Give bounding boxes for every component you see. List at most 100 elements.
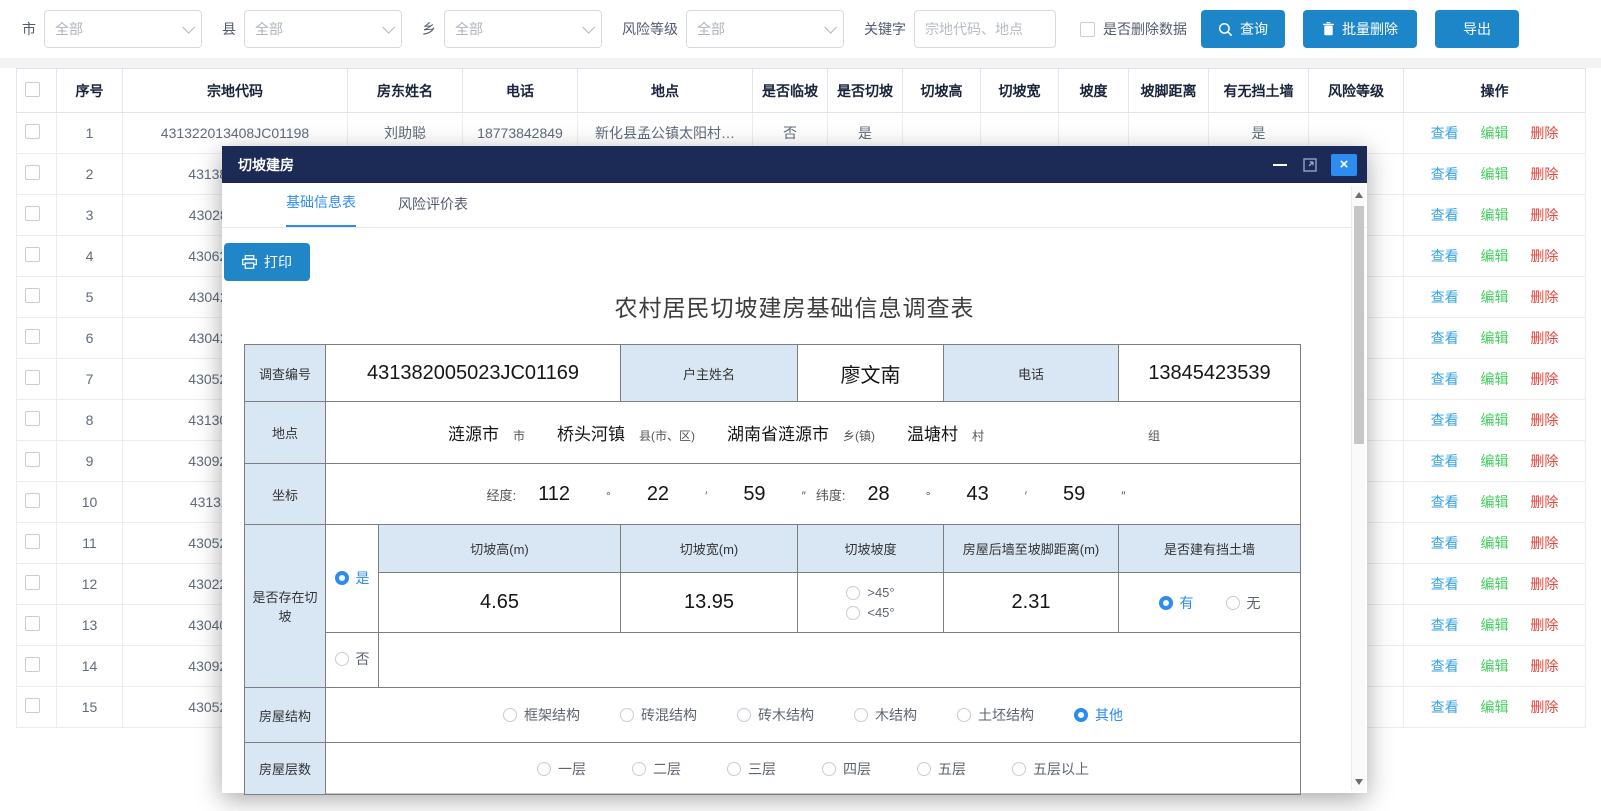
view-link[interactable]: 查看 bbox=[1431, 248, 1459, 264]
minimize-icon[interactable] bbox=[1273, 164, 1287, 166]
row-checkbox[interactable] bbox=[25, 616, 40, 631]
view-link[interactable]: 查看 bbox=[1431, 412, 1459, 428]
row-checkbox[interactable] bbox=[25, 329, 40, 344]
floors-option[interactable]: 五层以上 bbox=[1012, 759, 1089, 779]
row-checkbox[interactable] bbox=[25, 698, 40, 713]
scroll-down-icon[interactable] bbox=[1352, 775, 1366, 789]
edit-link[interactable]: 编辑 bbox=[1481, 576, 1509, 592]
view-link[interactable]: 查看 bbox=[1431, 699, 1459, 715]
delete-link[interactable]: 删除 bbox=[1530, 248, 1558, 264]
edit-link[interactable]: 编辑 bbox=[1481, 207, 1509, 223]
delete-link[interactable]: 删除 bbox=[1530, 699, 1558, 715]
city-select[interactable]: 全部 bbox=[44, 10, 202, 48]
radio-icon[interactable] bbox=[957, 708, 971, 722]
row-checkbox[interactable] bbox=[25, 370, 40, 385]
batch-delete-button[interactable]: 批量删除 bbox=[1303, 10, 1417, 48]
radio-icon[interactable] bbox=[1074, 708, 1088, 722]
view-link[interactable]: 查看 bbox=[1431, 494, 1459, 510]
edit-link[interactable]: 编辑 bbox=[1481, 617, 1509, 633]
edit-link[interactable]: 编辑 bbox=[1481, 412, 1509, 428]
print-button[interactable]: 打印 bbox=[224, 243, 310, 281]
export-button[interactable]: 导出 bbox=[1435, 10, 1519, 48]
wall-option[interactable]: 无 bbox=[1226, 593, 1261, 613]
radio-icon[interactable] bbox=[1159, 596, 1173, 610]
structure-option[interactable]: 其他 bbox=[1074, 705, 1123, 725]
view-link[interactable]: 查看 bbox=[1431, 207, 1459, 223]
radio-icon[interactable] bbox=[1012, 762, 1026, 776]
edit-link[interactable]: 编辑 bbox=[1481, 289, 1509, 305]
maximize-icon[interactable] bbox=[1303, 158, 1317, 172]
structure-option[interactable]: 砖混结构 bbox=[620, 705, 697, 725]
radio-icon[interactable] bbox=[727, 762, 741, 776]
edit-link[interactable]: 编辑 bbox=[1481, 699, 1509, 715]
close-icon[interactable]: × bbox=[1331, 154, 1357, 176]
delete-link[interactable]: 删除 bbox=[1530, 371, 1558, 387]
row-checkbox[interactable] bbox=[25, 657, 40, 672]
structure-option[interactable]: 砖木结构 bbox=[737, 705, 814, 725]
edit-link[interactable]: 编辑 bbox=[1481, 125, 1509, 141]
view-link[interactable]: 查看 bbox=[1431, 125, 1459, 141]
floors-option[interactable]: 五层 bbox=[917, 759, 966, 779]
edit-link[interactable]: 编辑 bbox=[1481, 248, 1509, 264]
radio-icon[interactable] bbox=[503, 708, 517, 722]
row-checkbox[interactable] bbox=[25, 288, 40, 303]
delete-link[interactable]: 删除 bbox=[1530, 453, 1558, 469]
radio-icon[interactable] bbox=[632, 762, 646, 776]
county-select[interactable]: 全部 bbox=[244, 10, 402, 48]
view-link[interactable]: 查看 bbox=[1431, 658, 1459, 674]
edit-link[interactable]: 编辑 bbox=[1481, 658, 1509, 674]
risk-select[interactable]: 全部 bbox=[686, 10, 844, 48]
row-checkbox[interactable] bbox=[25, 165, 40, 180]
radio-icon[interactable] bbox=[537, 762, 551, 776]
radio-icon[interactable] bbox=[854, 708, 868, 722]
radio-icon[interactable] bbox=[917, 762, 931, 776]
slope-option[interactable]: >45° bbox=[846, 585, 894, 600]
view-link[interactable]: 查看 bbox=[1431, 166, 1459, 182]
structure-option[interactable]: 框架结构 bbox=[503, 705, 580, 725]
township-select[interactable]: 全部 bbox=[444, 10, 602, 48]
keyword-input[interactable] bbox=[914, 10, 1056, 48]
select-all-checkbox[interactable] bbox=[25, 82, 40, 97]
row-checkbox[interactable] bbox=[25, 452, 40, 467]
delete-link[interactable]: 删除 bbox=[1530, 535, 1558, 551]
radio-icon[interactable] bbox=[335, 571, 349, 585]
view-link[interactable]: 查看 bbox=[1431, 535, 1459, 551]
edit-link[interactable]: 编辑 bbox=[1481, 166, 1509, 182]
cut-no-option[interactable]: 否 bbox=[335, 649, 370, 669]
delete-link[interactable]: 删除 bbox=[1530, 166, 1558, 182]
edit-link[interactable]: 编辑 bbox=[1481, 330, 1509, 346]
row-checkbox[interactable] bbox=[25, 575, 40, 590]
delete-link[interactable]: 删除 bbox=[1530, 576, 1558, 592]
radio-icon[interactable] bbox=[737, 708, 751, 722]
delete-link[interactable]: 删除 bbox=[1530, 330, 1558, 346]
floors-option[interactable]: 二层 bbox=[632, 759, 681, 779]
slope-option[interactable]: <45° bbox=[846, 605, 894, 620]
structure-option[interactable]: 土坯结构 bbox=[957, 705, 1034, 725]
radio-icon[interactable] bbox=[1226, 596, 1240, 610]
row-checkbox[interactable] bbox=[25, 493, 40, 508]
edit-link[interactable]: 编辑 bbox=[1481, 494, 1509, 510]
view-link[interactable]: 查看 bbox=[1431, 330, 1459, 346]
modal-scrollbar[interactable] bbox=[1351, 186, 1365, 791]
radio-icon[interactable] bbox=[620, 708, 634, 722]
floors-option[interactable]: 三层 bbox=[727, 759, 776, 779]
edit-link[interactable]: 编辑 bbox=[1481, 535, 1509, 551]
view-link[interactable]: 查看 bbox=[1431, 576, 1459, 592]
scrollbar-thumb[interactable] bbox=[1354, 206, 1364, 444]
delete-link[interactable]: 删除 bbox=[1530, 207, 1558, 223]
row-checkbox[interactable] bbox=[25, 247, 40, 262]
tab-risk-evaluation[interactable]: 风险评价表 bbox=[398, 194, 468, 227]
tab-basic-info[interactable]: 基础信息表 bbox=[286, 192, 356, 227]
delete-link[interactable]: 删除 bbox=[1530, 412, 1558, 428]
edit-link[interactable]: 编辑 bbox=[1481, 453, 1509, 469]
view-link[interactable]: 查看 bbox=[1431, 453, 1459, 469]
floors-option[interactable]: 一层 bbox=[537, 759, 586, 779]
query-button[interactable]: 查询 bbox=[1201, 10, 1285, 48]
floors-option[interactable]: 四层 bbox=[822, 759, 871, 779]
row-checkbox[interactable] bbox=[25, 206, 40, 221]
wall-option[interactable]: 有 bbox=[1159, 593, 1194, 613]
row-checkbox[interactable] bbox=[25, 534, 40, 549]
delete-link[interactable]: 删除 bbox=[1530, 125, 1558, 141]
delete-link[interactable]: 删除 bbox=[1530, 494, 1558, 510]
structure-option[interactable]: 木结构 bbox=[854, 705, 917, 725]
